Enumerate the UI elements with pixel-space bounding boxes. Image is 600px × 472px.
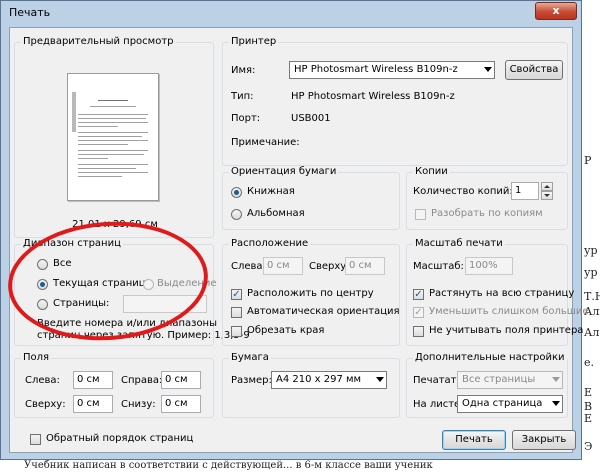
bg-bottom-text: Учебник написан в соответствии с действу… (24, 460, 433, 471)
page-preview-thumbnail (67, 73, 159, 201)
orientation-portrait-radio[interactable] (231, 187, 242, 198)
margin-top-input[interactable]: 0 см (73, 395, 113, 413)
bg-text-line: Е (584, 412, 593, 425)
chevron-down-icon (552, 401, 560, 406)
margin-top-label: Сверху: (25, 399, 66, 410)
printer-name-label: Имя: (231, 65, 256, 76)
printer-port-label: Порт: (231, 113, 261, 124)
auto-orient-checkbox[interactable] (231, 307, 242, 318)
orientation-portrait-label[interactable]: Книжная (247, 186, 295, 197)
printer-name-value: HP Photosmart Wireless B109n-z (294, 64, 458, 75)
copies-group: Копии Количество копий: 1 Разобрать по к… (406, 166, 568, 230)
position-left-input[interactable]: 0 см (263, 257, 303, 275)
scale-label: Масштаб: (413, 261, 464, 272)
printer-group-title: Принтер (229, 36, 279, 47)
orientation-group-title: Ориентация бумаги (229, 166, 339, 177)
printer-group: Принтер Имя: HP Photosmart Wireless B109… (222, 36, 568, 166)
paper-group-title: Бумага (229, 352, 271, 363)
print-button[interactable]: Печать (442, 430, 506, 450)
paper-size-select[interactable]: А4 210 x 297 мм (271, 371, 387, 389)
dialog-title: Печать (9, 6, 51, 19)
printer-name-select[interactable]: HP Photosmart Wireless B109n-z (289, 61, 495, 79)
printer-note-label: Примечание: (231, 137, 300, 148)
chevron-down-icon (552, 377, 560, 382)
preview-group: Предварительный просмотр 21,01 x 29,69 с… (14, 36, 214, 238)
margins-group: Поля Слева: 0 см Справа: 0 см Сверху: 0 … (14, 352, 214, 418)
printer-type-value: HP Photosmart Wireless B109n-z (291, 91, 455, 102)
auto-orient-label[interactable]: Автоматическая ориентация (247, 306, 400, 317)
scale-group: Масштаб печати Масштаб: 100% ✓ Растянуть… (406, 238, 589, 346)
paper-size-label: Размер: (231, 375, 272, 386)
bg-text-line: Ал (584, 326, 600, 339)
collate-checkbox[interactable] (415, 209, 426, 220)
margin-right-input[interactable]: 0 см (161, 371, 201, 389)
preview-group-title: Предварительный просмотр (21, 36, 176, 47)
position-group: Расположение Слева: 0 см Сверху: 0 см ✓ … (222, 238, 400, 346)
spin-down-icon[interactable] (541, 191, 553, 200)
print-pages-select[interactable]: Все страницы (457, 371, 563, 389)
ignore-margins-checkbox[interactable] (413, 326, 424, 337)
title-bar[interactable]: Печать x (1, 1, 581, 25)
copies-group-title: Копии (413, 166, 450, 177)
print-pages-value: Все страницы (462, 374, 536, 385)
center-checkbox[interactable]: ✓ (231, 289, 242, 300)
bg-text-line: Е (584, 386, 593, 399)
reverse-order-label[interactable]: Обратный порядок страниц (46, 433, 193, 444)
chevron-down-icon (484, 67, 492, 72)
bg-text-line: ур (584, 266, 598, 279)
bg-text-line: Э (584, 440, 593, 453)
chevron-down-icon (376, 377, 384, 382)
margin-bottom-label: Снизу: (121, 399, 156, 410)
copies-count-label: Количество копий: (413, 186, 513, 197)
copies-count-input[interactable]: 1 (511, 182, 539, 200)
ignore-margins-label[interactable]: Не учитывать поля принтера (429, 325, 583, 336)
orientation-landscape-radio[interactable] (231, 209, 242, 220)
bg-text-line: е. (584, 356, 595, 369)
margin-bottom-input[interactable]: 0 см (161, 395, 201, 413)
paper-size-value: А4 210 x 297 мм (276, 374, 362, 385)
fit-page-checkbox[interactable]: ✓ (413, 289, 424, 300)
bg-text-line: ур (584, 244, 598, 257)
bg-text-line: Р (584, 154, 592, 167)
center-label[interactable]: Расположить по центру (247, 288, 374, 299)
advanced-group-title: Дополнительные настройки (413, 352, 567, 363)
orientation-landscape-label[interactable]: Альбомная (247, 208, 305, 219)
scale-group-title: Масштаб печати (413, 238, 505, 249)
margin-left-label: Слева: (25, 375, 60, 386)
crop-checkbox[interactable] (231, 326, 242, 337)
printer-type-label: Тип: (231, 91, 254, 102)
printer-properties-button[interactable]: Свойства (505, 60, 563, 80)
margin-right-label: Справа: (121, 375, 163, 386)
shrink-checkbox[interactable]: ✓ (413, 307, 424, 318)
reverse-order-checkbox[interactable] (30, 434, 41, 445)
per-sheet-label: На листе: (413, 399, 464, 410)
bg-text-line: Т.Н (584, 290, 600, 303)
fit-page-label[interactable]: Растянуть на всю страницу (429, 288, 574, 299)
orientation-group: Ориентация бумаги Книжная Альбомная (222, 166, 400, 230)
per-sheet-value: Одна страница (462, 398, 543, 409)
per-sheet-select[interactable]: Одна страница (457, 395, 563, 413)
spin-up-icon[interactable] (541, 182, 553, 191)
collate-label: Разобрать по копиям (431, 208, 543, 219)
advanced-group: Дополнительные настройки Печатать: Все с… (406, 352, 568, 418)
shrink-label: Уменьшить слишком большие (429, 306, 589, 317)
copies-spinner[interactable] (541, 182, 553, 200)
margin-left-input[interactable]: 0 см (73, 371, 113, 389)
position-left-label: Слева: (231, 261, 266, 272)
printer-port-value: USB001 (291, 113, 331, 124)
position-top-label: Сверху: (309, 261, 350, 272)
window-close-button[interactable]: x (535, 2, 577, 20)
margins-group-title: Поля (21, 352, 52, 363)
close-button[interactable]: Закрыть (512, 430, 576, 450)
scale-input[interactable]: 100% (465, 257, 513, 275)
position-top-input[interactable]: 0 см (345, 257, 385, 275)
paper-group: Бумага Размер: А4 210 x 297 мм (222, 352, 400, 418)
position-group-title: Расположение (229, 238, 311, 249)
crop-label[interactable]: Обрезать края (247, 325, 324, 336)
